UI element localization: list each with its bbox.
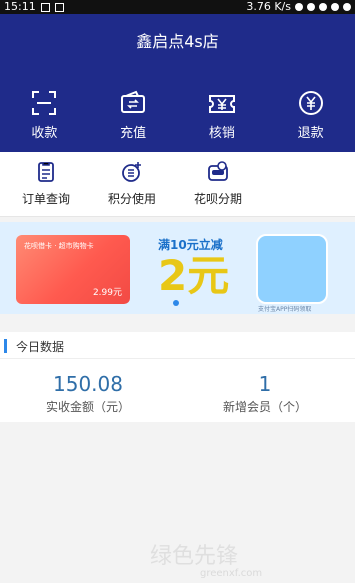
today-data-section: 今日数据 150.08 实收金额（元） 1 新增会员（个） bbox=[0, 332, 355, 422]
divider bbox=[0, 358, 355, 359]
members-label: 新增会员（个） bbox=[222, 400, 307, 414]
status-time: 15:11 bbox=[4, 0, 36, 13]
order-query-button[interactable]: 订单查询 bbox=[6, 160, 86, 207]
minus-icon bbox=[295, 3, 303, 11]
gift-card-image: 花呗借卡 · 超市购物卡 2.99元 bbox=[16, 235, 130, 304]
promo-amount: 2元 bbox=[158, 251, 230, 300]
installment-icon bbox=[208, 161, 228, 181]
order-icon bbox=[38, 162, 54, 182]
today-title: 今日数据 bbox=[16, 340, 65, 354]
bell-icon bbox=[307, 3, 315, 11]
amount-stat: 150.08 实收金额（元） bbox=[8, 372, 168, 415]
watermark: 绿色先锋 bbox=[150, 544, 239, 569]
refund-icon bbox=[298, 91, 323, 115]
huabei-installment-button[interactable]: 花呗分期 bbox=[178, 160, 258, 207]
action-row: 收款 充值 核销 退款 bbox=[0, 88, 355, 141]
signal-icon bbox=[331, 3, 339, 11]
network-speed: 3.76 K/s bbox=[246, 0, 291, 13]
wallet-icon bbox=[121, 90, 146, 113]
order-query-label: 订单查询 bbox=[21, 192, 70, 206]
recharge-label: 充值 bbox=[120, 126, 147, 141]
qr-code bbox=[256, 234, 328, 304]
promo-note: 支付宝APP扫码领取 bbox=[258, 306, 312, 313]
members-value: 1 bbox=[258, 372, 272, 396]
points-use-label: 积分使用 bbox=[107, 192, 156, 206]
ticket-icon bbox=[208, 95, 235, 113]
section-accent-bar bbox=[4, 339, 7, 353]
watermark-url: greenxf.com bbox=[200, 568, 263, 579]
gift-card-price: 2.99元 bbox=[92, 288, 122, 298]
battery-icon bbox=[343, 3, 351, 11]
huabei-installment-label: 花呗分期 bbox=[193, 192, 242, 206]
refund-label: 退款 bbox=[297, 126, 324, 141]
points-use-button[interactable]: 积分使用 bbox=[92, 160, 172, 207]
recharge-button[interactable]: 充值 bbox=[89, 88, 178, 141]
collect-button[interactable]: 收款 bbox=[0, 88, 89, 141]
points-icon bbox=[122, 162, 141, 182]
writeoff-label: 核销 bbox=[208, 126, 235, 141]
quick-menu: 订单查询 积分使用 花呗分期 bbox=[0, 152, 355, 217]
writeoff-button[interactable]: 核销 bbox=[178, 88, 267, 141]
amount-value: 150.08 bbox=[53, 372, 123, 396]
refund-button[interactable]: 退款 bbox=[266, 88, 355, 141]
collect-label: 收款 bbox=[31, 126, 58, 141]
gift-card-brand: 花呗借卡 · 超市购物卡 bbox=[24, 242, 94, 250]
image-icon bbox=[40, 2, 50, 12]
page-title: 鑫启点4s店 bbox=[136, 32, 219, 51]
header: 鑫启点4s店 收款 充值 核销 退款 bbox=[0, 14, 355, 152]
members-stat: 1 新增会员（个） bbox=[185, 372, 345, 415]
p-icon bbox=[54, 2, 64, 12]
status-bar: 15:11 3.76 K/s bbox=[0, 0, 355, 14]
wifi-icon bbox=[319, 3, 327, 11]
promo-text: 满10元立减 2元 bbox=[158, 236, 250, 297]
scan-icon bbox=[32, 91, 57, 115]
banner-pager-dot bbox=[173, 300, 179, 306]
amount-label: 实收金额（元） bbox=[45, 400, 130, 414]
